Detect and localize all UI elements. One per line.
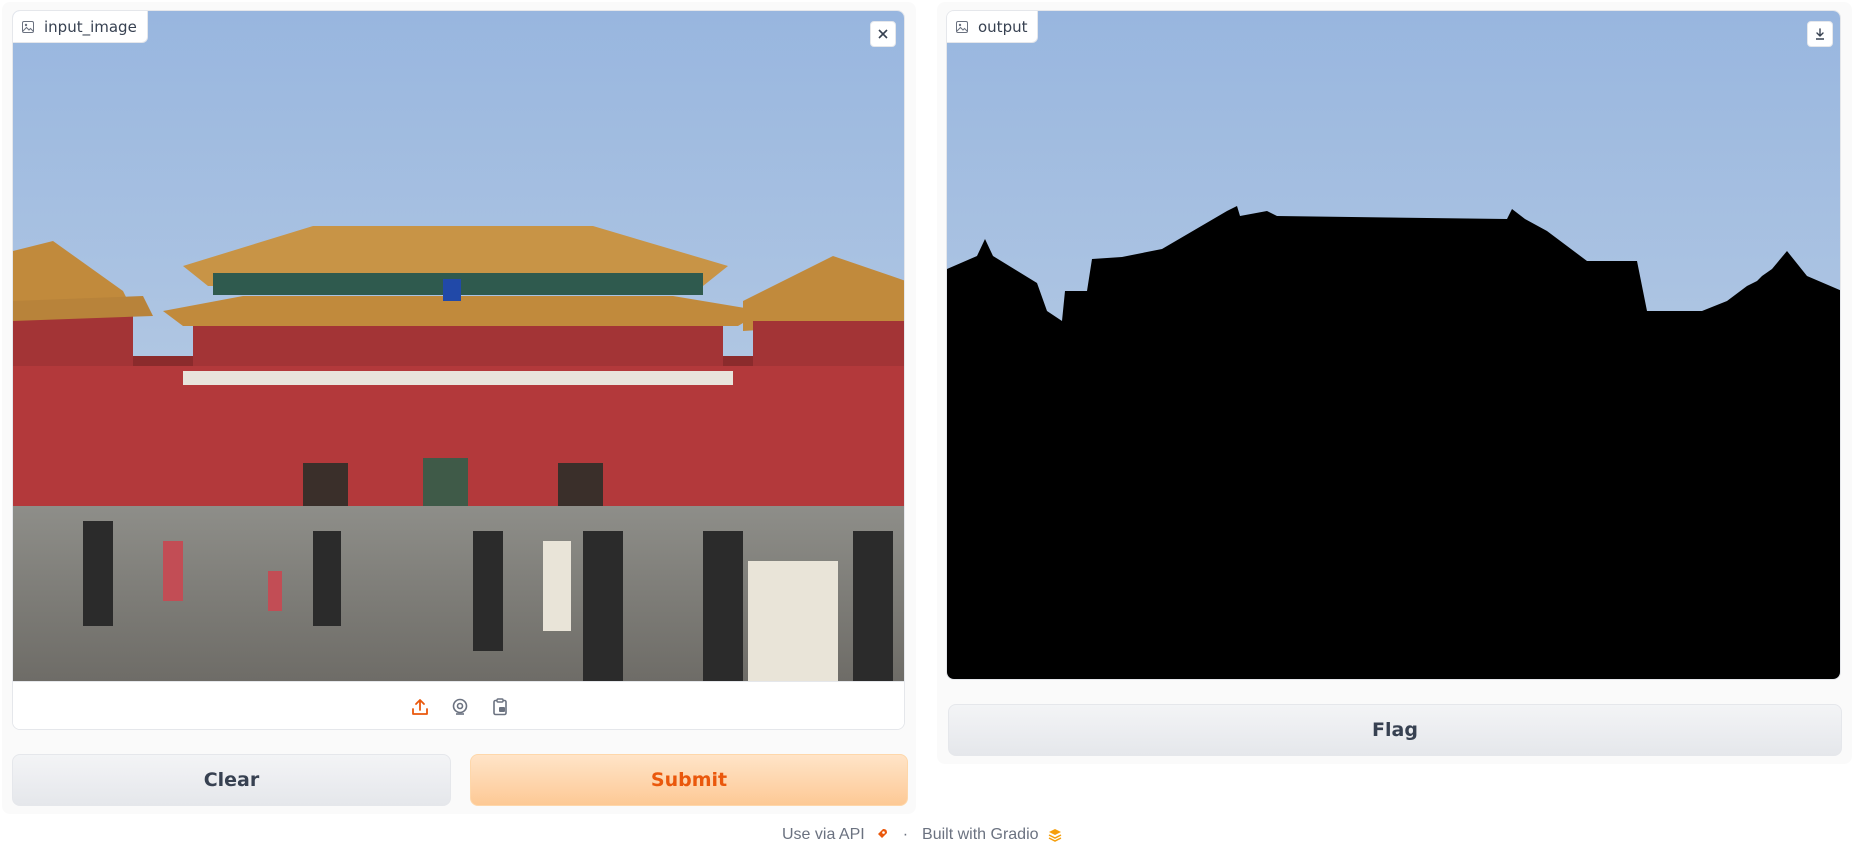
webcam-button[interactable]: [446, 693, 474, 721]
rocket-icon: [875, 829, 887, 840]
download-button[interactable]: [1807, 21, 1833, 47]
input-image-label: input_image: [13, 11, 148, 43]
clipboard-icon: [492, 697, 507, 715]
built-with-gradio-text: Built with Gradio: [922, 826, 1039, 843]
input-image[interactable]: [13, 11, 904, 681]
output-label-text: output: [978, 17, 1028, 36]
upload-icon: [411, 698, 428, 715]
webcam-icon: [452, 698, 467, 715]
submit-button[interactable]: Submit: [470, 754, 908, 806]
clear-image-button[interactable]: [870, 21, 896, 47]
input-photo: [13, 11, 904, 681]
footer-separator: ·: [902, 826, 909, 843]
clear-button[interactable]: Clear: [12, 754, 451, 806]
image-icon: [956, 20, 968, 33]
image-source-bar: [13, 681, 904, 729]
input-image-block: input_image: [12, 10, 905, 730]
image-icon: [22, 20, 34, 33]
clipboard-button[interactable]: [486, 693, 514, 721]
download-icon: [1816, 28, 1824, 40]
output-mask: [947, 11, 1840, 679]
flag-button[interactable]: Flag: [948, 704, 1842, 756]
input-label-text: input_image: [44, 17, 137, 36]
built-with-gradio-link[interactable]: Built with Gradio: [922, 826, 1039, 844]
gradio-logo-icon: [1048, 829, 1061, 842]
close-icon: [878, 29, 888, 39]
upload-button[interactable]: [406, 693, 434, 721]
use-via-api-link[interactable]: Use via API: [782, 826, 865, 844]
use-via-api-text: Use via API: [782, 826, 865, 843]
output-label: output: [947, 11, 1039, 43]
output-image: [947, 11, 1840, 679]
output-image-block: output: [946, 10, 1841, 680]
